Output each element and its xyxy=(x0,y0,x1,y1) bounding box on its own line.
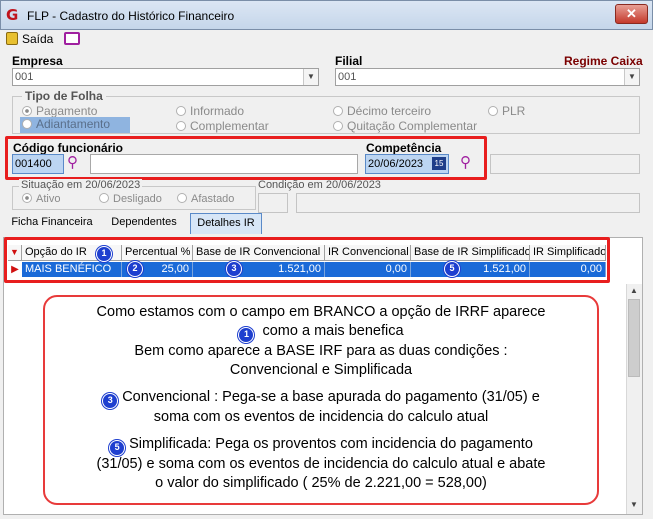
annotation-callout: Como estamos com o campo em BRANCO a opç… xyxy=(43,295,599,505)
tab-detalhes-ir[interactable]: Detalhes IR xyxy=(190,213,262,234)
step-badge-3: 3 xyxy=(226,261,242,277)
radio-quitacao-complementar[interactable]: Quitação Complementar xyxy=(333,119,477,133)
radio-plr[interactable]: PLR xyxy=(488,104,525,118)
callout-line-9: o valor do simplificado ( 25% de 2.221,0… xyxy=(155,475,487,491)
tab-dependentes[interactable]: Dependentes xyxy=(104,213,184,234)
callout-line-5: 3 Convencional : Pega-se a base apurada d… xyxy=(45,388,597,409)
close-button[interactable]: ✕ xyxy=(615,4,648,24)
radio-decimo-terceiro[interactable]: Décimo terceiro xyxy=(333,104,431,118)
step-badge-5: 5 xyxy=(444,261,460,277)
radio-desligado[interactable]: Desligado xyxy=(99,193,162,205)
funcionario-label: Código funcionário xyxy=(13,141,123,155)
radio-adiantamento[interactable]: Adiantamento xyxy=(20,117,130,133)
window-title: FLP - Cadastro do Histórico Financeiro xyxy=(27,9,235,23)
callout-line-3: Bem como aparece a BASE IRF para as duas… xyxy=(134,343,508,359)
monitor-icon[interactable] xyxy=(64,32,80,45)
radio-ativo[interactable]: Ativo xyxy=(22,193,60,205)
callout-line-7: 5 Simplificada: Pega os proventos com inc… xyxy=(45,435,597,456)
lock-icon xyxy=(6,32,18,45)
highlight-box-grid xyxy=(4,237,610,283)
competencia-label: Competência xyxy=(366,141,442,155)
condicao-label: Condição em 20/06/2023 xyxy=(258,179,381,191)
calendar-icon[interactable]: 15 xyxy=(432,157,446,170)
callout-line-6: soma com os eventos de incidencia do cal… xyxy=(153,409,489,425)
callout-line-8: (31/05) e soma com os eventos de inciden… xyxy=(96,456,546,472)
competencia-extra-field xyxy=(490,154,640,174)
chevron-down-icon: ▼ xyxy=(624,69,639,85)
filial-label: Filial xyxy=(335,54,363,68)
condicao-code-field xyxy=(258,193,288,213)
step-badge-1: 1 xyxy=(96,246,112,262)
regime-label: Regime Caixa xyxy=(564,54,643,68)
tipo-folha-title: Tipo de Folha xyxy=(22,89,106,103)
step-badge-1: 1 xyxy=(238,327,255,343)
app-logo-icon: G xyxy=(6,6,19,24)
radio-pagamento[interactable]: Pagamento xyxy=(22,104,97,118)
scroll-down-icon[interactable]: ▼ xyxy=(628,500,640,512)
empresa-label: Empresa xyxy=(12,54,63,68)
step-badge-5: 5 xyxy=(109,440,126,456)
search-icon[interactable]: ⚲ xyxy=(67,155,78,171)
radio-afastado[interactable]: Afastado xyxy=(177,193,234,205)
callout-line-2: 1 como a mais benefica xyxy=(45,322,597,343)
search-icon[interactable]: ⚲ xyxy=(460,155,471,171)
funcionario-name-input[interactable] xyxy=(90,154,358,174)
empresa-select[interactable]: 001 ▼ xyxy=(12,68,319,86)
exit-button[interactable]: Saída xyxy=(6,32,53,46)
step-badge-2: 2 xyxy=(127,261,143,277)
radio-complementar[interactable]: Complementar xyxy=(176,119,269,133)
tab-ficha-financeira[interactable]: Ficha Financeira xyxy=(8,213,96,234)
situacao-title: Situação em 20/06/2023 xyxy=(19,179,143,191)
exit-label: Saída xyxy=(22,32,54,46)
callout-line-1: Como estamos com o campo em BRANCO a opç… xyxy=(96,304,546,320)
callout-line-4: Convencional e Simplificada xyxy=(229,362,413,378)
chevron-down-icon: ▼ xyxy=(303,69,318,85)
scroll-thumb[interactable] xyxy=(628,299,640,377)
scroll-up-icon[interactable]: ▲ xyxy=(628,286,640,298)
radio-informado[interactable]: Informado xyxy=(176,104,244,118)
condicao-desc-field xyxy=(296,193,640,213)
funcionario-code-input[interactable]: 001400 xyxy=(12,154,64,174)
filial-select[interactable]: 001 ▼ xyxy=(335,68,640,86)
step-badge-3: 3 xyxy=(102,393,119,409)
